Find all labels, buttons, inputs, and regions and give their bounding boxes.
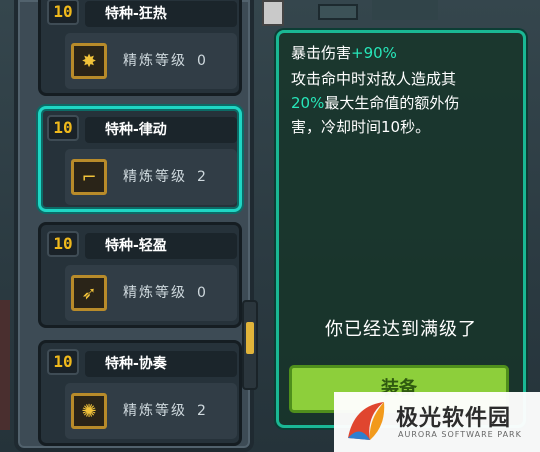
detail-title-text: 暴击伤害 bbox=[291, 44, 352, 62]
skill-level-badge: 10 bbox=[47, 349, 79, 375]
skill-name: 特种-律动 bbox=[85, 117, 237, 143]
detail-desc-value: 20% bbox=[291, 94, 325, 112]
detail-desc-line-3: 害，冷却时间10秒。 bbox=[291, 118, 431, 136]
detail-desc-line-2: 20%最大生命值的额外伤 bbox=[291, 91, 521, 115]
refine-level: 精炼等级 2 bbox=[123, 383, 208, 439]
watermark: 极光软件园 AURORA SOFTWARE PARK bbox=[334, 392, 540, 452]
skill-info: ➶ 精炼等级 0 bbox=[65, 265, 237, 321]
detail-desc-line-2-text: 最大生命值的额外伤 bbox=[324, 94, 460, 112]
gun-chip-icon: ⌐ bbox=[71, 159, 107, 195]
scrollbar-thumb[interactable] bbox=[246, 322, 254, 354]
skill-level-badge: 10 bbox=[47, 115, 79, 141]
burst-chip-icon: ✺ bbox=[71, 393, 107, 429]
refine-level-value: 0 bbox=[197, 53, 208, 69]
refine-level: 精炼等级 0 bbox=[123, 33, 208, 89]
refine-level-value: 2 bbox=[197, 403, 208, 419]
background-door bbox=[0, 300, 10, 430]
refine-level-label: 精炼等级 bbox=[123, 53, 187, 69]
skill-card-0[interactable]: 10 特种-狂热 ✸ 精炼等级 0 bbox=[38, 0, 242, 96]
skill-level-badge: 10 bbox=[47, 0, 79, 25]
background-sign bbox=[318, 4, 358, 20]
skill-info: ✺ 精炼等级 2 bbox=[65, 383, 237, 439]
detail-description: 攻击命中时对敌人造成其 20%最大生命值的额外伤 害，冷却时间10秒。 bbox=[291, 67, 521, 139]
skill-info: ⌐ 精炼等级 2 bbox=[65, 149, 237, 205]
max-level-notice: 你已经达到满级了 bbox=[325, 319, 477, 340]
skill-detail-panel: 暴击伤害+90% 攻击命中时对敌人造成其 20%最大生命值的额外伤 害，冷却时间… bbox=[276, 30, 526, 428]
refine-level-value: 2 bbox=[197, 169, 208, 185]
skill-card-1[interactable]: 10 特种-律动 ⌐ 精炼等级 2 bbox=[38, 106, 242, 212]
detail-desc-line-1: 攻击命中时对敌人造成其 bbox=[291, 70, 457, 88]
skill-card-3[interactable]: 10 特种-协奏 ✺ 精炼等级 2 bbox=[38, 340, 242, 446]
detail-title: 暴击伤害+90% bbox=[291, 42, 397, 63]
skill-card-2[interactable]: 10 特种-轻盈 ➶ 精炼等级 0 bbox=[38, 222, 242, 328]
skill-list-panel[interactable]: 10 特种-狂热 ✸ 精炼等级 0 10 特种-律动 ⌐ 精炼等级 2 10 特种-… bbox=[14, 0, 254, 452]
watermark-name: 极光软件园 bbox=[396, 406, 512, 431]
skill-level-badge: 10 bbox=[47, 231, 79, 257]
watermark-subtitle: AURORA SOFTWARE PARK bbox=[398, 430, 522, 439]
refine-level-label: 精炼等级 bbox=[123, 285, 187, 301]
aurora-logo-icon bbox=[348, 402, 385, 440]
skill-name: 特种-协奏 bbox=[85, 351, 237, 377]
refine-level-label: 精炼等级 bbox=[123, 169, 187, 185]
background-robot bbox=[262, 0, 284, 26]
crosshair-chip-icon: ✸ bbox=[71, 43, 107, 79]
detail-title-value: +90% bbox=[351, 44, 397, 62]
refine-level: 精炼等级 2 bbox=[123, 149, 208, 205]
refine-level-value: 0 bbox=[197, 285, 208, 301]
skill-info: ✸ 精炼等级 0 bbox=[65, 33, 237, 89]
dash-chip-icon: ➶ bbox=[71, 275, 107, 311]
refine-level-label: 精炼等级 bbox=[123, 403, 187, 419]
skill-name: 特种-轻盈 bbox=[85, 233, 237, 259]
skill-name: 特种-狂热 bbox=[85, 1, 237, 27]
background-wall bbox=[372, 0, 438, 20]
refine-level: 精炼等级 0 bbox=[123, 265, 208, 321]
